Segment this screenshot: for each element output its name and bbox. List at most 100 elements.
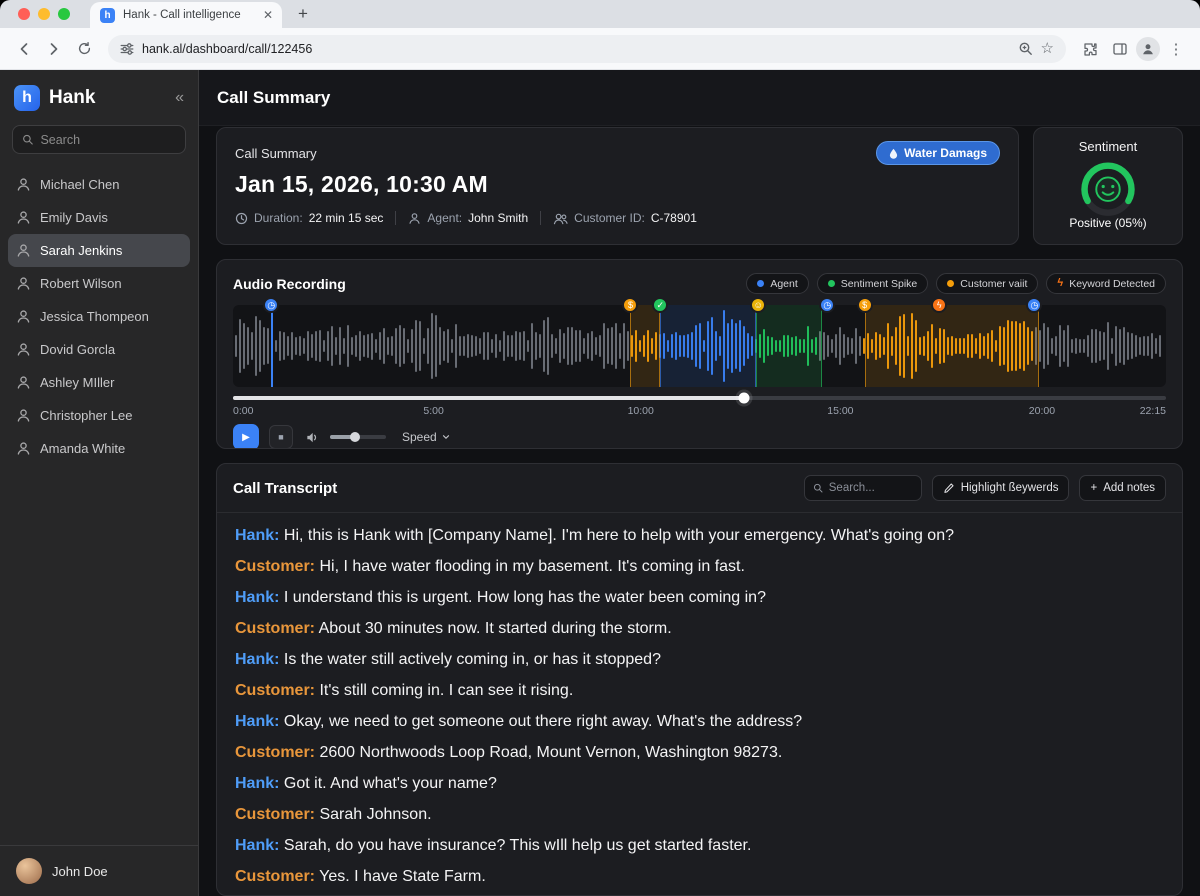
minimize-window-button[interactable] bbox=[38, 8, 50, 20]
tab-close-icon[interactable]: ✕ bbox=[263, 9, 273, 21]
waveform-bar bbox=[235, 335, 237, 356]
zoom-icon[interactable] bbox=[1018, 41, 1033, 56]
waveform-bar bbox=[543, 320, 545, 372]
waveform-bar bbox=[1087, 335, 1089, 357]
clock-marker-icon[interactable]: ◷ bbox=[1026, 297, 1042, 313]
forward-button[interactable] bbox=[40, 35, 68, 63]
waveform-bar bbox=[1051, 338, 1053, 353]
waveform-bar bbox=[463, 336, 465, 356]
transcript-search[interactable] bbox=[804, 475, 922, 501]
speaker-text: Is the water still actively coming in, o… bbox=[279, 651, 661, 668]
highlight-keywords-button[interactable]: Highlight ßeywerds bbox=[932, 475, 1070, 501]
page-header: Call Summary bbox=[199, 70, 1200, 126]
volume-slider[interactable] bbox=[330, 435, 386, 439]
maximize-window-button[interactable] bbox=[58, 8, 70, 20]
site-settings-icon[interactable] bbox=[120, 42, 134, 56]
side-panel-button[interactable] bbox=[1106, 35, 1134, 63]
scrubber[interactable] bbox=[233, 396, 1166, 400]
traffic-lights bbox=[10, 0, 76, 28]
address-bar[interactable]: hank.al/dashboard/call/122456 ☆ bbox=[108, 35, 1066, 63]
legend-pill[interactable]: Sentiment Spike bbox=[817, 273, 928, 294]
playhead[interactable] bbox=[271, 305, 273, 387]
waveform-bar bbox=[527, 340, 529, 352]
sidebar-footer[interactable]: John Doe bbox=[0, 845, 198, 896]
smile-marker-icon[interactable]: ☺ bbox=[750, 297, 766, 313]
sidebar-collapse-icon[interactable]: « bbox=[175, 89, 184, 107]
add-notes-button[interactable]: + Add notes bbox=[1079, 475, 1166, 501]
sidebar-contact[interactable]: Dovid Gorcla bbox=[8, 333, 190, 366]
profile-avatar[interactable] bbox=[1136, 37, 1160, 61]
sidebar-contact[interactable]: Emily Davis bbox=[8, 201, 190, 234]
waveform-bar bbox=[1063, 330, 1065, 363]
tab-strip: h Hank - Call intelligence ✕ + bbox=[0, 0, 1200, 28]
waveform[interactable]: ◷$✓☺◷$ϟ◷ bbox=[233, 305, 1166, 387]
waveform-bar bbox=[591, 331, 593, 362]
sidebar-contact[interactable]: Christopher Lee bbox=[8, 399, 190, 432]
person-icon bbox=[16, 177, 31, 192]
sidebar-search[interactable] bbox=[12, 125, 186, 154]
side-panel-icon bbox=[1112, 41, 1128, 57]
new-tab-button[interactable]: + bbox=[290, 1, 316, 27]
waveform-bar bbox=[355, 335, 357, 358]
play-button[interactable]: ▶ bbox=[233, 424, 259, 449]
check-marker-icon[interactable]: ✓ bbox=[652, 297, 668, 313]
legend-pill[interactable]: ϟKeyword Detected bbox=[1046, 273, 1166, 294]
sidebar-contact[interactable]: Ashley MIller bbox=[8, 366, 190, 399]
time-label: 15:00 bbox=[827, 405, 853, 417]
back-button[interactable] bbox=[10, 35, 38, 63]
waveform-bar bbox=[1083, 339, 1085, 352]
legend-pill[interactable]: Customer vaiit bbox=[936, 273, 1038, 294]
people-icon bbox=[553, 212, 568, 225]
waveform-bar bbox=[1099, 331, 1101, 360]
legend-pill[interactable]: Agent bbox=[746, 273, 808, 294]
transcript-body: Hank: Hi, this is Hank with [Company Nam… bbox=[217, 513, 1182, 895]
volume-icon[interactable] bbox=[305, 430, 320, 445]
volume-handle[interactable] bbox=[350, 432, 360, 442]
extensions-button[interactable] bbox=[1076, 35, 1104, 63]
waveform-bar bbox=[263, 327, 265, 364]
speed-dropdown[interactable]: Speed bbox=[402, 430, 451, 444]
waveform-bar bbox=[1111, 338, 1113, 354]
close-window-button[interactable] bbox=[18, 8, 30, 20]
waveform-bar bbox=[611, 327, 613, 365]
dollar-marker-icon[interactable]: $ bbox=[857, 297, 873, 313]
speaker-label: Hank: bbox=[235, 713, 279, 730]
waveform-bar bbox=[471, 335, 473, 357]
transcript-search-input[interactable] bbox=[829, 482, 913, 494]
agent-value: John Smith bbox=[468, 211, 528, 225]
waveform-bar bbox=[479, 338, 481, 355]
waveform-bar bbox=[291, 332, 293, 361]
sidebar-contact[interactable]: Jessica Thompeon bbox=[8, 300, 190, 333]
sentiment-gauge bbox=[1060, 155, 1156, 217]
scrubber-handle[interactable] bbox=[739, 393, 750, 404]
clock-marker-icon[interactable]: ◷ bbox=[819, 297, 835, 313]
waveform-bar bbox=[239, 319, 241, 373]
duration-label: Duration: bbox=[254, 211, 303, 225]
bolt-marker-icon[interactable]: ϟ bbox=[931, 297, 947, 313]
sidebar-contact[interactable]: Michael Chen bbox=[8, 168, 190, 201]
waveform-bar bbox=[523, 331, 525, 361]
clock-marker-icon[interactable]: ◷ bbox=[263, 297, 279, 313]
duration-value: 22 min 15 sec bbox=[309, 211, 384, 225]
dollar-marker-icon[interactable]: $ bbox=[622, 297, 638, 313]
waveform-bar bbox=[859, 336, 861, 356]
browser-tab[interactable]: h Hank - Call intelligence ✕ bbox=[90, 2, 282, 28]
sidebar-contact[interactable]: Robert Wilson bbox=[8, 267, 190, 300]
waveform-bar bbox=[447, 329, 449, 363]
waveform-bar bbox=[627, 331, 629, 361]
waveform-bar bbox=[443, 331, 445, 360]
water-damage-badge[interactable]: Water Damags bbox=[876, 141, 1000, 165]
sidebar-search-input[interactable] bbox=[40, 133, 176, 147]
transcript-line: Hank: I understand this is urgent. How l… bbox=[235, 588, 1164, 608]
transcript-line: Customer: Sarah Johnson. bbox=[235, 805, 1164, 825]
sidebar-contact[interactable]: Sarah Jenkins bbox=[8, 234, 190, 267]
customer-id-label: Customer ID: bbox=[574, 211, 645, 225]
waveform-bar bbox=[319, 330, 321, 361]
waveform-bar bbox=[415, 320, 417, 371]
reload-button[interactable] bbox=[70, 35, 98, 63]
add-notes-label: Add notes bbox=[1103, 482, 1155, 494]
bookmark-star-icon[interactable]: ☆ bbox=[1041, 41, 1054, 56]
sidebar-contact[interactable]: Amanda White bbox=[8, 432, 190, 465]
stop-button[interactable]: ■ bbox=[269, 425, 293, 449]
browser-menu-button[interactable]: ⋮ bbox=[1162, 35, 1190, 63]
